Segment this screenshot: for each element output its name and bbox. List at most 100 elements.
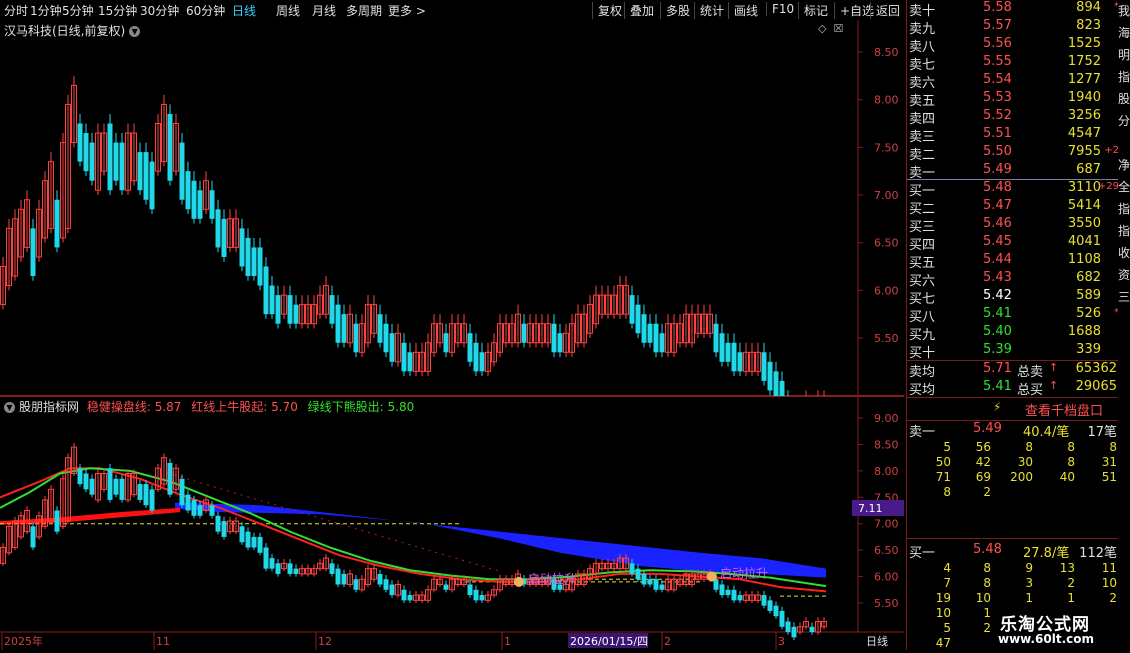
ask-change: +2 xyxy=(1104,145,1119,156)
ask1-queue-cell: 8 xyxy=(1109,440,1117,454)
bid-label: 买四 xyxy=(909,238,936,253)
bid-row[interactable]: 买四 5.45 4041 xyxy=(907,234,1119,253)
candle-down xyxy=(479,352,485,372)
candle-down xyxy=(659,584,665,590)
y-tick-label: 7.50 xyxy=(874,141,899,154)
ask-row[interactable]: 卖一 5.49 687 xyxy=(907,162,1119,181)
chevron-down-icon[interactable]: ▼ xyxy=(4,402,15,413)
candle-down xyxy=(473,342,479,372)
period-tab[interactable]: 日线 xyxy=(232,2,256,19)
total-buy: 29065 xyxy=(1075,379,1117,394)
bid-row[interactable]: 买六 5.43 682 xyxy=(907,270,1119,289)
toolbar-button[interactable]: +自选 xyxy=(834,2,874,19)
bid-row[interactable]: 买九 5.40 1688 xyxy=(907,324,1119,343)
up-arrow-icon: ↑ xyxy=(1049,379,1059,392)
bid-row[interactable]: 买二 5.47 5414 xyxy=(907,198,1119,217)
period-tab[interactable]: 60分钟 xyxy=(186,2,225,19)
ask-row[interactable]: 卖三 5.51 4547 xyxy=(907,126,1119,145)
bid1-queue-cell: 47 xyxy=(935,636,951,650)
indicator-bg xyxy=(0,396,904,650)
candle-down xyxy=(767,361,773,391)
bid1-queue-cell: 13 xyxy=(1059,561,1075,575)
ask-row[interactable]: 卖九 5.57 823 xyxy=(907,18,1119,37)
period-tab[interactable]: 30分钟 xyxy=(140,2,179,19)
main-kline-chart[interactable]: 8.50 8.00 7.50 7.00 6.50 6.00 5.50 xyxy=(0,20,904,443)
bid-row[interactable]: 买三 5.46 3550 xyxy=(907,216,1119,235)
kline-svg[interactable]: 8.50 8.00 7.50 7.00 6.50 6.00 5.50 xyxy=(0,20,904,443)
bid-volume: 5414 xyxy=(1067,198,1101,213)
bid-row[interactable]: 买七 5.42 589 xyxy=(907,288,1119,307)
close-icon[interactable]: ☒ xyxy=(833,22,843,35)
sell-summary-row: 卖均 5.71 总卖 ↑ 65362 xyxy=(907,361,1119,380)
ask-row[interactable]: 卖四 5.52 3256 xyxy=(907,108,1119,127)
strip-char: 指 xyxy=(1118,224,1130,238)
stock-title[interactable]: 汉马科技(日线,前复权) ▼ xyxy=(4,22,141,39)
bid1-avg: 27.8/笔 xyxy=(1023,546,1070,561)
ask-volume: 1525 xyxy=(1067,36,1101,51)
candle-down xyxy=(149,161,155,210)
bid-row[interactable]: 买五 5.44 1108 xyxy=(907,252,1119,271)
total-sell-label: 总卖 xyxy=(1017,365,1044,380)
period-tag: 日线 xyxy=(866,634,888,648)
bid1-queue-cell: 8 xyxy=(983,561,991,575)
toolbar-button[interactable]: 画线 xyxy=(728,2,758,19)
bid-row[interactable]: 买十 5.39 339 xyxy=(907,342,1119,361)
period-tab[interactable]: 5分钟 xyxy=(62,2,94,19)
ask-row[interactable]: 卖二 5.50 7955 +2 xyxy=(907,144,1119,163)
ask-label: 卖十 xyxy=(909,4,936,19)
candle-down xyxy=(377,573,383,585)
period-tab[interactable]: 1分钟 xyxy=(30,2,62,19)
steady-line-label: 稳健操盘线: 5.87 xyxy=(86,400,182,414)
ask-row[interactable]: 卖六 5.54 1277 xyxy=(907,72,1119,91)
view-queue-button[interactable]: 查看千档盘口 xyxy=(1025,400,1103,419)
toolbar-button[interactable]: 叠加 xyxy=(624,2,654,19)
ask-volume: 1940 xyxy=(1067,90,1101,105)
period-tab[interactable]: 多周期 xyxy=(346,2,382,19)
period-toolbar: 分时 1分钟 5分钟 15分钟 30分钟 60分钟 日线 周线 月线 多周期 更多 > 复权 叠加 多股统… xyxy=(0,0,904,21)
indicator-chart[interactable]: 9.00 8.50 8.00 7.50 7.00 6.50 6.00 5.50 启动拉升 启动拉升… xyxy=(0,396,904,650)
candle-down xyxy=(731,589,737,601)
diamond-icon[interactable]: ◇ xyxy=(818,22,826,35)
toolbar-button[interactable]: F10 xyxy=(766,2,794,16)
ask-row[interactable]: 卖十 5.58 894 * xyxy=(907,0,1119,19)
indicator-svg[interactable]: 9.008.508.007.507.006.506.005.50启动拉升 启动拉升… xyxy=(0,396,904,650)
toolbar-button[interactable]: 统计 xyxy=(694,2,724,19)
strip-char: 净 xyxy=(1118,158,1130,172)
price-tag: 7.11 xyxy=(858,502,883,515)
candle-down xyxy=(83,473,89,490)
sell-avg: 5.71 xyxy=(983,361,1012,376)
candle-down xyxy=(773,371,779,400)
toolbar-button[interactable]: 标记 xyxy=(798,2,828,19)
ask1-queue-cell: 51 xyxy=(1101,470,1117,484)
y-tick-label: 9.00 xyxy=(874,412,899,425)
candle-down xyxy=(341,573,347,585)
candle-down xyxy=(335,304,341,343)
ask-row[interactable]: 卖五 5.53 1940 xyxy=(907,90,1119,109)
period-tab[interactable]: 更多 > xyxy=(388,2,426,19)
queue-button-row[interactable]: ⚡ 查看千档盘口 xyxy=(907,398,1119,420)
toolbar-button[interactable]: 复权 xyxy=(592,2,622,19)
candle-down xyxy=(275,563,281,574)
ask-row[interactable]: 卖七 5.55 1752 xyxy=(907,54,1119,73)
chart-window-icons[interactable]: ◇ ☒ xyxy=(818,22,843,35)
candle-down xyxy=(467,333,473,362)
ask-row[interactable]: 卖八 5.56 1525 xyxy=(907,36,1119,55)
bid-row[interactable]: 买八 5.41 526 * xyxy=(907,306,1119,325)
period-tab[interactable]: 周线 xyxy=(276,2,300,19)
bid-row[interactable]: 买一 5.48 3110 +29 xyxy=(907,180,1119,199)
bid-price: 5.47 xyxy=(983,198,1012,213)
toolbar-button[interactable]: 返回 xyxy=(870,2,900,19)
candle-down xyxy=(269,285,275,315)
x-axis-label: 1 xyxy=(504,635,511,648)
period-tab[interactable]: 15分钟 xyxy=(98,2,137,19)
period-tab[interactable]: 月线 xyxy=(312,2,336,19)
toolbar-button[interactable]: 多股 xyxy=(660,2,690,19)
candle-down xyxy=(635,304,641,334)
bid-label: 买九 xyxy=(909,328,936,343)
candle-down xyxy=(383,579,389,590)
hand-pointer-icon xyxy=(514,576,524,587)
chevron-down-icon[interactable]: ▼ xyxy=(129,26,141,37)
ask1-queue-cell: 200 xyxy=(1010,470,1033,484)
period-tab[interactable]: 分时 xyxy=(4,2,28,19)
candle-down xyxy=(143,484,149,506)
